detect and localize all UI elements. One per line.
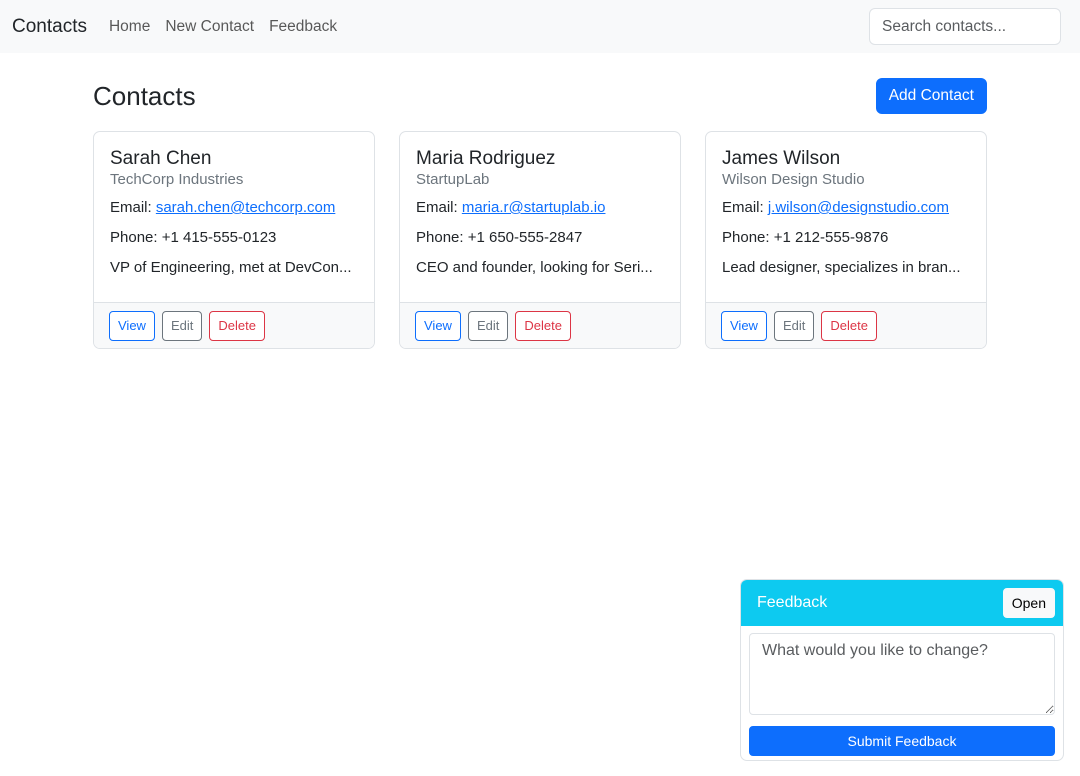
edit-button[interactable]: Edit (773, 310, 815, 341)
add-contact-button[interactable]: Add Contact (875, 78, 987, 114)
contact-name: Sarah Chen (110, 148, 212, 169)
page-title: Contacts (93, 81, 196, 111)
edit-button[interactable]: Edit (161, 310, 203, 341)
contact-phone: Phone: +1 212-555-9876 (722, 229, 889, 246)
nav-link-new-contact[interactable]: New Contact (165, 18, 254, 36)
contact-email-link[interactable]: j.wilson@designstudio.com (768, 199, 949, 216)
contact-phone: Phone: +1 650-555-2847 (416, 229, 583, 246)
delete-button[interactable]: Delete (209, 310, 265, 341)
contact-card: James Wilson Wilson Design Studio Email:… (705, 131, 987, 349)
navbar-brand[interactable]: Contacts (12, 16, 87, 38)
contact-email-link[interactable]: maria.r@startuplab.io (462, 199, 606, 216)
delete-button[interactable]: Delete (821, 310, 877, 341)
contact-phone: Phone: +1 415-555-0123 (110, 229, 277, 246)
email-label: Email: (722, 199, 768, 216)
card-body: James Wilson Wilson Design Studio Email:… (706, 132, 986, 302)
nav-link-feedback[interactable]: Feedback (269, 18, 337, 36)
contact-company: StartupLab (416, 171, 490, 188)
view-button[interactable]: View (721, 310, 767, 341)
view-button[interactable]: View (415, 310, 461, 341)
contact-company: TechCorp Industries (110, 171, 244, 188)
navbar: Contacts Home New Contact Feedback (0, 0, 1080, 53)
delete-button[interactable]: Delete (515, 310, 571, 341)
contact-card: Sarah Chen TechCorp Industries Email: sa… (93, 131, 375, 349)
contact-name: Maria Rodriguez (416, 148, 556, 169)
feedback-header: Feedback Open (741, 580, 1063, 626)
card-footer: View Edit Delete (706, 302, 986, 348)
card-footer: View Edit Delete (94, 302, 374, 348)
search-input[interactable] (869, 8, 1061, 45)
edit-button[interactable]: Edit (467, 310, 509, 341)
email-label: Email: (110, 199, 156, 216)
view-button[interactable]: View (109, 310, 155, 341)
contact-email-link[interactable]: sarah.chen@techcorp.com (156, 199, 335, 216)
contact-name: James Wilson (722, 148, 841, 169)
card-body: Maria Rodriguez StartupLab Email: maria.… (400, 132, 680, 302)
contact-card-list: Sarah Chen TechCorp Industries Email: sa… (93, 131, 987, 349)
main-content: Contacts Add Contact Sarah Chen TechCorp… (93, 53, 987, 349)
contact-email-line: Email: maria.r@startuplab.io (416, 198, 665, 217)
contact-note: VP of Engineering, met at DevCon... (110, 259, 352, 276)
feedback-body: Submit Feedback (741, 626, 1063, 760)
contact-email-line: Email: sarah.chen@techcorp.com (110, 198, 359, 217)
feedback-open-button[interactable]: Open (1002, 588, 1055, 618)
card-footer: View Edit Delete (400, 302, 680, 348)
contact-note: Lead designer, specializes in bran... (722, 259, 961, 276)
submit-feedback-button[interactable]: Submit Feedback (749, 726, 1055, 756)
contact-note: CEO and founder, looking for Seri... (416, 259, 653, 276)
contact-company: Wilson Design Studio (722, 171, 865, 188)
contact-email-line: Email: j.wilson@designstudio.com (722, 198, 971, 217)
nav-link-home[interactable]: Home (109, 18, 150, 36)
contact-card: Maria Rodriguez StartupLab Email: maria.… (399, 131, 681, 349)
feedback-textarea[interactable] (749, 633, 1055, 715)
page-header: Contacts Add Contact (93, 78, 987, 114)
feedback-title: Feedback (757, 594, 828, 611)
email-label: Email: (416, 199, 462, 216)
feedback-widget: Feedback Open Submit Feedback (740, 579, 1064, 761)
card-body: Sarah Chen TechCorp Industries Email: sa… (94, 132, 374, 302)
